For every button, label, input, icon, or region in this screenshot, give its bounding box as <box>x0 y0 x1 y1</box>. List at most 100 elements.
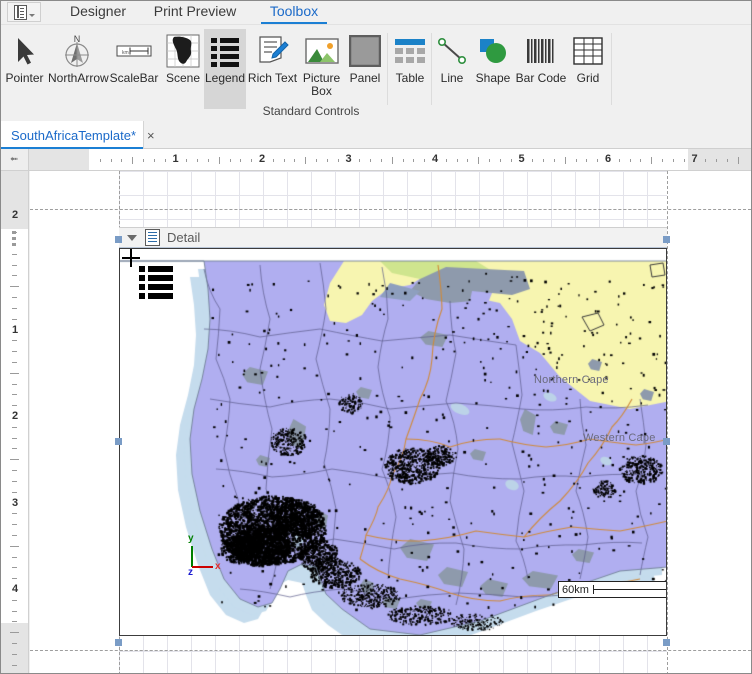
tool-panel[interactable]: Panel <box>344 29 386 103</box>
tool-line[interactable]: Line <box>433 29 471 103</box>
tool-picturebox-label: Picture Box <box>302 71 341 98</box>
tool-table-label: Table <box>395 71 425 85</box>
report-designer-window: Designer Print Preview Toolbox Pointer N… <box>0 0 752 674</box>
axis-label-x: x <box>215 561 221 572</box>
shape-icon <box>474 32 512 70</box>
tool-shape-label: Shape <box>475 71 511 85</box>
hruler-tick-5: 5 <box>518 153 525 165</box>
tool-line-label: Line <box>440 71 464 85</box>
vruler-tick-top: 2 <box>11 209 19 221</box>
vertical-ruler[interactable]: 2 1 2 3 4 <box>1 171 29 673</box>
scale-bar-icon: km <box>115 32 153 70</box>
band-handle-right[interactable] <box>663 236 670 243</box>
grid-icon <box>569 32 607 70</box>
band-header-detail[interactable]: Detail <box>119 227 667 248</box>
hruler-tick-6: 6 <box>604 153 612 165</box>
detail-band-icon <box>145 229 160 246</box>
chevron-down-icon <box>28 13 35 17</box>
band-handle-left[interactable] <box>115 236 122 243</box>
rich-text-icon <box>254 32 292 70</box>
ribbon-tab-designer[interactable]: Designer <box>59 1 137 24</box>
picture-box-icon <box>303 32 341 70</box>
tool-pointer[interactable]: Pointer <box>1 29 48 103</box>
ribbon-tab-designer-label: Designer <box>69 3 127 19</box>
arrow-pointer-icon <box>6 32 44 70</box>
tool-pointer-label: Pointer <box>5 71 44 85</box>
ribbon-group-standard-controls: Pointer N NorthArrow km ScaleBar Scene L… <box>1 24 751 120</box>
tool-barcode-label: Bar Code <box>515 71 567 85</box>
tool-legend-label: Legend <box>204 71 246 85</box>
page-right-gutter <box>667 171 751 673</box>
map-handle-left-middle[interactable] <box>115 438 122 445</box>
drag-ghost-legend <box>122 249 194 301</box>
tool-scalebar-label: ScaleBar <box>109 71 159 85</box>
document-menu-icon <box>13 4 27 20</box>
panel-icon <box>346 32 384 70</box>
map-handle-bottom-left[interactable] <box>115 639 122 646</box>
ruler-corner[interactable]: ➟ <box>1 149 29 171</box>
vruler-tick-2: 2 <box>11 410 19 422</box>
tool-richtext[interactable]: Rich Text <box>246 29 299 103</box>
hruler-tick-1: 1 <box>172 153 179 165</box>
tool-grid-label: Grid <box>576 71 600 85</box>
app-menu-button[interactable] <box>7 2 41 22</box>
ribbon-tab-print-preview[interactable]: Print Preview <box>145 1 245 24</box>
hruler-tick-3: 3 <box>345 153 352 165</box>
map-label-northern-cape: Northern Cape <box>534 374 609 386</box>
design-surface[interactable]: Detail Northern Cape Western Cape y x z <box>30 171 751 673</box>
table-icon <box>391 32 429 70</box>
ruler-origin-icon: ➟ <box>10 154 19 165</box>
tool-northarrow[interactable]: N NorthArrow <box>48 29 109 103</box>
map-scale-bar: 60km <box>558 581 666 598</box>
axis-indicator: y x z <box>182 533 228 578</box>
legend-list-icon <box>206 32 244 70</box>
document-tab-bar: SouthAfricaTemplate* × <box>1 121 751 149</box>
scene-map-icon <box>164 32 202 70</box>
hruler-tick-7: 7 <box>691 153 698 165</box>
ribbon-tab-print-preview-label: Print Preview <box>153 3 237 19</box>
tool-grid[interactable]: Grid <box>567 29 609 103</box>
svg-text:km: km <box>122 50 129 56</box>
tool-picturebox[interactable]: Picture Box <box>299 29 344 103</box>
ribbon-tab-strip: Designer Print Preview Toolbox <box>1 1 751 24</box>
map-control[interactable]: Northern Cape Western Cape y x z 60km <box>119 248 667 636</box>
bar-code-icon <box>522 32 560 70</box>
page-right-margin-guide-2 <box>667 171 668 673</box>
hruler-tick-4: 4 <box>431 153 439 165</box>
map-handle-bottom-right[interactable] <box>663 639 670 646</box>
tool-scalebar[interactable]: km ScaleBar <box>106 29 162 103</box>
tool-northarrow-label: NorthArrow <box>48 71 109 85</box>
map-scale-bar-label: 60km <box>562 583 589 596</box>
map-handle-right-middle[interactable] <box>663 438 670 445</box>
tool-richtext-label: Rich Text <box>247 71 298 85</box>
page-top-margin-guide-2 <box>30 209 751 210</box>
map-scale-bar-graphic <box>592 585 666 594</box>
tool-table[interactable]: Table <box>389 29 431 103</box>
tool-shape[interactable]: Shape <box>471 29 515 103</box>
vruler-tick-1: 1 <box>11 323 19 336</box>
band-header-detail-label: Detail <box>167 230 201 245</box>
tool-scene-label: Scene <box>165 71 201 85</box>
north-arrow-icon: N <box>58 32 96 70</box>
line-icon <box>433 32 471 70</box>
vruler-tick-4: 4 <box>11 583 19 595</box>
triangle-down-icon[interactable] <box>127 234 137 241</box>
tool-panel-label: Panel <box>349 71 381 85</box>
document-tab-title: SouthAfricaTemplate* <box>11 127 137 143</box>
tool-barcode[interactable]: Bar Code <box>515 29 567 103</box>
legend-list-icon <box>139 266 173 300</box>
horizontal-ruler[interactable]: 1 2 3 4 5 6 7 <box>29 149 751 171</box>
tool-legend[interactable]: Legend <box>204 29 246 109</box>
axis-label-z: z <box>188 567 193 578</box>
map-label-western-cape: Western Cape <box>583 432 656 444</box>
page-bottom-margin-guide-2 <box>30 650 751 651</box>
hruler-tick-2: 2 <box>258 153 266 165</box>
vruler-tick-3: 3 <box>11 496 19 509</box>
ribbon-tab-toolbox-label: Toolbox <box>269 3 319 19</box>
axis-label-y: y <box>188 533 194 544</box>
ribbon-tab-toolbox[interactable]: Toolbox <box>259 1 329 24</box>
tool-scene[interactable]: Scene <box>162 29 204 103</box>
ribbon-group-label: Standard Controls <box>262 104 360 118</box>
close-icon[interactable]: × <box>147 129 155 142</box>
document-tab-southafricatemplate[interactable]: SouthAfricaTemplate* × <box>1 121 155 149</box>
